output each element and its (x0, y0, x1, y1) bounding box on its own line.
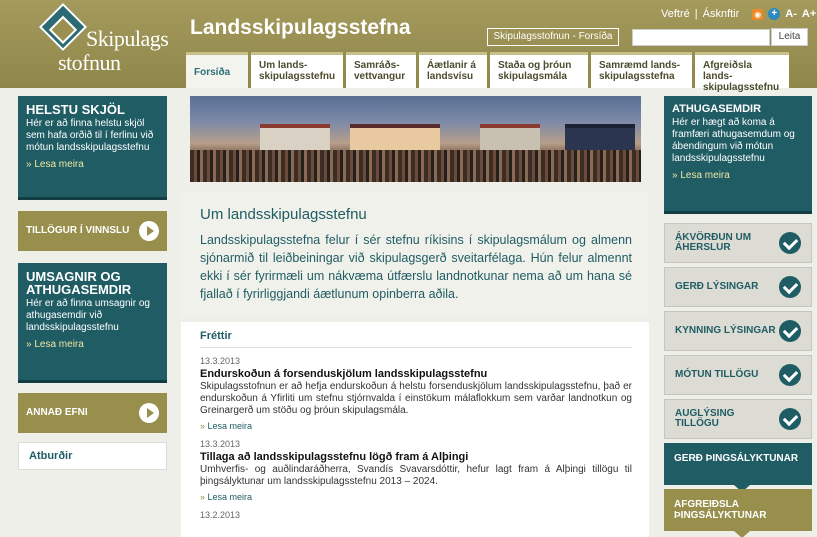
news-headline[interactable]: Endurskoðun á forsenduskjölum landsskipu… (200, 368, 632, 380)
step-advertising[interactable]: AUGLÝSING TILLÖGU (664, 399, 812, 439)
font-smaller-button[interactable]: A- (785, 8, 797, 20)
news-item: 13.3.2013 Endurskoðun á forsenduskjölum … (200, 356, 632, 431)
news-headline[interactable]: Tillaga að landsskipulagsstefnu lögð fra… (200, 451, 632, 463)
tab-samrad[interactable]: Samráðs- vettvangur (346, 52, 416, 88)
tab-samraemd[interactable]: Samræmd lands- skipulagsstefna (591, 52, 692, 88)
step-label: KYNNING LÝSINGAR (675, 325, 776, 336)
step-label: ÁKVÖRÐUN UM ÁHERSLUR (675, 232, 752, 253)
tab-afgreidsla[interactable]: Afgreiðsla lands- skipulagsstefnu (695, 52, 789, 93)
logo[interactable]: Skipulags stofnun (38, 2, 169, 78)
stage-label: GERÐ ÞINGSÁLYKTUNAR (674, 453, 799, 464)
site-header: Skipulags stofnun Landsskipulagsstefna V… (0, 0, 817, 93)
tab-um[interactable]: Um lands- skipulagsstefnu (251, 52, 343, 88)
check-icon (779, 408, 801, 430)
step-presentation[interactable]: KYNNING LÝSINGAR (664, 311, 812, 351)
crowd-shape (190, 150, 641, 182)
key-documents-title: HELSTU SKJÖL (26, 102, 125, 117)
main-nav: Forsíða Um lands- skipulagsstefnu Samráð… (186, 52, 789, 93)
news-date: 13.3.2013 (200, 439, 241, 449)
news-more-link[interactable]: Lesa meira (200, 421, 632, 431)
sitemap-link[interactable]: Veftré (661, 8, 690, 20)
step-proposal[interactable]: MÓTUN TILLÖGU (664, 355, 812, 395)
key-documents-text: Hér er að finna helstu skjöl sem hafa or… (26, 118, 154, 153)
news-body: Umhverfis- og auðlindaráðherra, Svandís … (200, 464, 632, 487)
plus-icon[interactable]: + (768, 8, 781, 20)
feedback-text: Hér er hægt að koma á framfæri athugasem… (672, 117, 795, 164)
play-icon (139, 221, 159, 241)
intro-text: Landsskipulagsstefna felur í sér stefnu … (200, 233, 632, 301)
site-title[interactable]: Landsskipulagsstefna (190, 16, 411, 40)
proposals-label: TILLÖGUR Í VINNSLU (26, 225, 130, 236)
play-icon (139, 403, 159, 423)
news-more-link[interactable]: Lesa meira (200, 492, 632, 502)
check-icon (779, 320, 801, 342)
logo-line-1: Skipulags (86, 26, 169, 51)
home-link[interactable]: Skipulagsstofnun - Forsíða (487, 28, 619, 46)
news-item: 13.3.2013 Tillaga að landsskipulagsstefn… (200, 439, 632, 502)
banner-image (190, 96, 641, 182)
key-documents-more-link[interactable]: » Lesa meira (26, 159, 159, 171)
other-material-button[interactable]: ANNAÐ EFNI (18, 393, 167, 433)
font-larger-button[interactable]: A+ (802, 8, 816, 20)
stage-resolution[interactable]: GERÐ ÞINGSÁLYKTUNAR (664, 443, 812, 492)
news-item: 13.2.2013 (200, 510, 632, 520)
other-material-label: ANNAÐ EFNI (26, 407, 88, 418)
rss-icon[interactable]: ◉ (752, 8, 764, 20)
check-icon (779, 232, 801, 254)
logo-diamond-icon (38, 2, 88, 52)
proposals-in-progress-button[interactable]: TILLÖGUR Í VINNSLU (18, 211, 167, 251)
comments-more-link[interactable]: » Lesa meira (26, 339, 159, 351)
tab-aaetlanir[interactable]: Áætlanir á landsvísu (419, 52, 487, 88)
comments-title: UMSAGNIR OG ATHUGASEMDIR (26, 269, 132, 297)
news-panel: Fréttir 13.3.2013 Endurskoðun á forsendu… (181, 322, 649, 537)
top-links: Veftré | Ásknftir ◉ + A- A+ (661, 8, 816, 20)
step-label: GERÐ LÝSINGAR (675, 281, 759, 292)
feedback-title: ATHUGASEMDIR (672, 103, 762, 115)
stage-approval[interactable]: AFGREIÐSLA ÞINGSÁLYKTUNAR (664, 489, 812, 537)
intro-panel: Um landsskipulagsstefnu Landsskipulagsst… (181, 192, 649, 318)
comments-box[interactable]: UMSAGNIR OG ATHUGASEMDIR Hér er að finna… (18, 263, 167, 383)
subscribe-link[interactable]: Ásknftir (703, 8, 740, 20)
check-icon (779, 364, 801, 386)
search-input[interactable] (632, 29, 770, 46)
news-body: Skipulagsstofnun er að hefja endurskoðun… (200, 381, 632, 416)
events-box[interactable]: Atburðir (18, 442, 167, 470)
search-button[interactable]: Leita (771, 28, 808, 46)
news-date: 13.3.2013 (200, 356, 241, 366)
news-date: 13.2.2013 (200, 510, 241, 520)
intro-title: Um landsskipulagsstefnu (200, 206, 367, 223)
separator: | (694, 8, 698, 20)
tab-forsida[interactable]: Forsíða (186, 52, 248, 88)
check-icon (779, 276, 801, 298)
stage-label: AFGREIÐSLA ÞINGSÁLYKTUNAR (674, 499, 767, 521)
news-title: Fréttir (200, 330, 632, 348)
step-label: MÓTUN TILLÖGU (675, 369, 759, 380)
step-description[interactable]: GERÐ LÝSINGAR (664, 267, 812, 307)
tab-stada[interactable]: Staða og þróun skipulagsmála (490, 52, 588, 88)
comments-text: Hér er að finna umsagnir og athugasemdir… (26, 298, 150, 333)
step-label: AUGLÝSING TILLÖGU (675, 408, 735, 429)
key-documents-box[interactable]: HELSTU SKJÖL Hér er að finna helstu skjö… (18, 96, 167, 200)
logo-line-2: stofnun (58, 50, 121, 75)
feedback-more-link[interactable]: » Lesa meira (672, 170, 804, 182)
feedback-box[interactable]: ATHUGASEMDIR Hér er hægt að koma á framf… (664, 96, 812, 214)
step-decision[interactable]: ÁKVÖRÐUN UM ÁHERSLUR (664, 223, 812, 263)
